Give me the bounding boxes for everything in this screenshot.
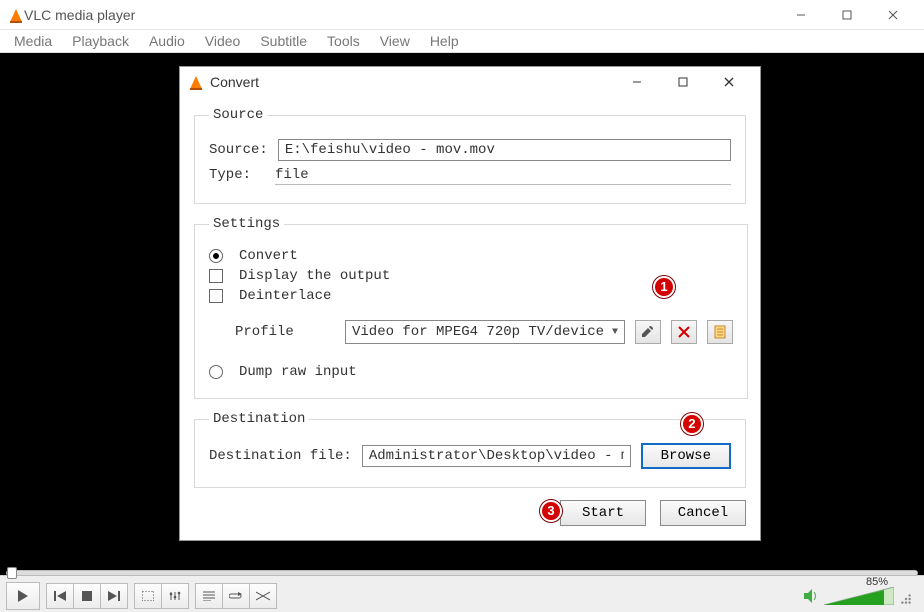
seek-bar[interactable]	[6, 570, 918, 576]
source-group: Source Source: Type: file	[194, 107, 746, 204]
play-button[interactable]	[6, 582, 40, 610]
type-label: Type:	[209, 167, 265, 183]
menu-media[interactable]: Media	[4, 31, 62, 51]
menu-view[interactable]: View	[370, 31, 420, 51]
next-button[interactable]	[100, 583, 128, 609]
radio-dump-raw-label: Dump raw input	[239, 364, 357, 380]
radio-convert[interactable]: Convert	[209, 248, 733, 264]
main-titlebar: VLC media player	[0, 0, 924, 30]
type-value: file	[275, 165, 731, 185]
browse-button[interactable]: Browse	[641, 443, 731, 469]
menu-audio[interactable]: Audio	[139, 31, 195, 51]
window-title: VLC media player	[24, 7, 135, 23]
shuffle-button[interactable]	[249, 583, 277, 609]
delete-profile-button[interactable]	[671, 320, 697, 344]
source-label: Source:	[209, 142, 268, 158]
convert-dialog: Convert Source Source: Type: file Set	[179, 66, 761, 541]
playback-controls: 85%	[0, 575, 924, 612]
annotation-badge-1: 1	[653, 276, 675, 298]
profile-label: Profile	[235, 324, 335, 340]
menu-subtitle[interactable]: Subtitle	[250, 31, 317, 51]
checkbox-icon	[209, 289, 223, 303]
source-legend: Source	[209, 107, 267, 123]
vlc-icon	[188, 74, 204, 90]
vlc-icon	[8, 7, 24, 23]
radio-icon	[209, 249, 223, 263]
maximize-button[interactable]	[824, 0, 870, 30]
checkbox-display-output-label: Display the output	[239, 268, 390, 284]
profile-select[interactable]: Video for MPEG4 720p TV/device ▼	[345, 320, 625, 344]
menu-tools[interactable]: Tools	[317, 31, 370, 51]
fullscreen-button[interactable]	[134, 583, 162, 609]
settings-group: Settings Convert Display the output Dein…	[194, 216, 748, 399]
profile-value: Video for MPEG4 720p TV/device	[352, 324, 604, 340]
previous-button[interactable]	[46, 583, 74, 609]
annotation-badge-2: 2	[681, 413, 703, 435]
dialog-titlebar: Convert	[180, 67, 760, 97]
dialog-maximize-button[interactable]	[660, 67, 706, 97]
close-button[interactable]	[870, 0, 916, 30]
stop-button[interactable]	[73, 583, 101, 609]
annotation-badge-3: 3	[540, 500, 562, 522]
checkbox-deinterlace-label: Deinterlace	[239, 288, 331, 304]
menu-help[interactable]: Help	[420, 31, 469, 51]
dialog-title: Convert	[210, 74, 259, 90]
cancel-button[interactable]: Cancel	[660, 500, 746, 526]
extended-settings-button[interactable]	[161, 583, 189, 609]
speaker-icon	[804, 589, 820, 603]
resize-grip-icon	[900, 593, 912, 605]
settings-legend: Settings	[209, 216, 284, 232]
chevron-down-icon: ▼	[612, 327, 618, 338]
dialog-close-button[interactable]	[706, 67, 752, 97]
checkbox-icon	[209, 269, 223, 283]
destination-legend: Destination	[209, 411, 309, 427]
seek-knob[interactable]	[7, 567, 17, 579]
radio-convert-label: Convert	[239, 248, 298, 264]
menu-playback[interactable]: Playback	[62, 31, 139, 51]
destination-file-field[interactable]	[362, 445, 631, 467]
loop-button[interactable]	[222, 583, 250, 609]
source-field[interactable]	[278, 139, 731, 161]
playlist-button[interactable]	[195, 583, 223, 609]
radio-dump-raw[interactable]: Dump raw input	[209, 364, 733, 380]
dialog-minimize-button[interactable]	[614, 67, 660, 97]
menu-bar: Media Playback Audio Video Subtitle Tool…	[0, 30, 924, 53]
destination-file-label: Destination file:	[209, 448, 352, 464]
volume-percent: 85%	[866, 576, 888, 588]
minimize-button[interactable]	[778, 0, 824, 30]
menu-video[interactable]: Video	[195, 31, 251, 51]
volume-control[interactable]: 85%	[804, 587, 912, 605]
radio-icon	[209, 365, 223, 379]
new-profile-button[interactable]	[707, 320, 733, 344]
destination-group: Destination Destination file: Browse 2	[194, 411, 746, 488]
start-button[interactable]: Start	[560, 500, 646, 526]
edit-profile-button[interactable]	[635, 320, 661, 344]
